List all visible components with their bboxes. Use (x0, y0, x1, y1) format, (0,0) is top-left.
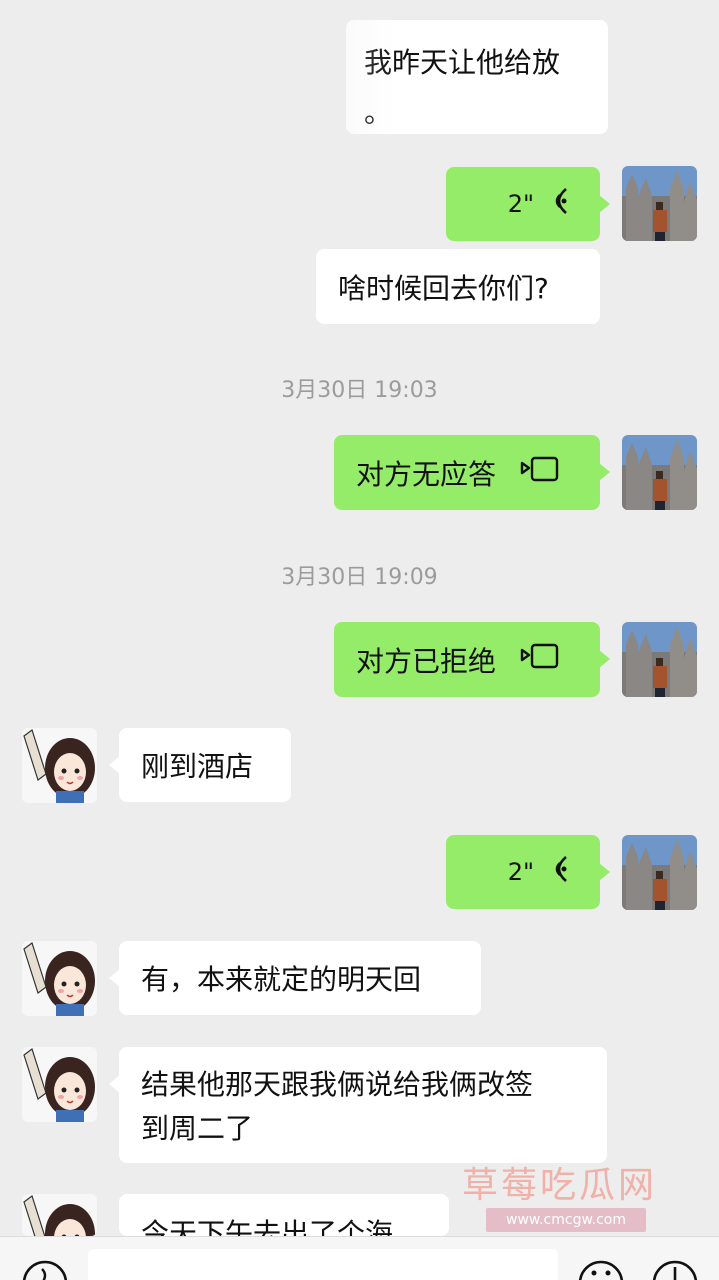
contact-avatar[interactable] (22, 1047, 97, 1122)
input-bar (0, 1236, 719, 1280)
video-call-icon (520, 643, 560, 676)
message-bubble-incoming[interactable]: 有，本来就定的明天回 (109, 941, 481, 1015)
voice-message[interactable]: 2" (446, 167, 610, 241)
message-text: 结果他那天跟我俩说给我俩改签 (141, 1068, 534, 1101)
contact-avatar[interactable] (22, 1194, 97, 1236)
call-record-message[interactable]: 对方无应答 (334, 435, 610, 510)
self-avatar[interactable] (622, 435, 697, 510)
message-text: 啥时候回去你们? (338, 271, 549, 305)
voice-wave-icon (548, 855, 570, 890)
message-text: 有，本来就定的明天回 (141, 963, 422, 996)
timestamp: 3月30日 19:03 (281, 378, 438, 403)
message-text: 刚到酒店 (141, 750, 254, 783)
call-status-text: 对方已拒绝 (356, 644, 497, 678)
message-bubble-incoming[interactable]: 刚到酒店 (109, 728, 291, 802)
voice-message[interactable]: 2" (446, 835, 610, 909)
watermark-brand: 草莓吃瓜网 (462, 1165, 658, 1206)
message-bubble-outgoing[interactable]: 啥时候回去你们? (316, 249, 600, 324)
emoji-icon[interactable] (578, 1253, 624, 1280)
self-avatar[interactable] (622, 622, 697, 697)
voice-wave-icon (548, 187, 570, 222)
voice-duration: 2" (507, 858, 534, 886)
contact-avatar[interactable] (22, 941, 97, 1016)
contact-avatar[interactable] (22, 728, 97, 803)
self-avatar[interactable] (622, 166, 697, 241)
message-text: 我昨天让他给放 (364, 46, 561, 79)
message-bubble-incoming[interactable]: 今天下午去出了个海 (119, 1194, 449, 1236)
watermark-url: www.cmcgw.com (486, 1208, 646, 1232)
message-text: 到周二了 (141, 1112, 254, 1145)
timestamp: 3月30日 19:09 (281, 565, 438, 590)
self-avatar[interactable] (622, 835, 697, 910)
call-record-message[interactable]: 对方已拒绝 (334, 622, 610, 697)
message-text: 。 (364, 96, 393, 129)
message-input[interactable] (88, 1249, 558, 1280)
voice-duration: 2" (507, 190, 534, 218)
voice-mode-icon[interactable] (22, 1253, 68, 1280)
message-bubble-incoming[interactable]: 结果他那天跟我俩说给我俩改签 到周二了 (109, 1047, 607, 1163)
plus-icon[interactable] (652, 1253, 698, 1280)
chat-area: 我昨天让他给放 。 2" 啥时候回去你们? 3月30日 19:03 对方无应答 … (0, 0, 719, 1280)
message-text: 今天下午去出了个海 (141, 1217, 394, 1236)
message-bubble-incoming[interactable]: 我昨天让他给放 。 (346, 20, 608, 134)
video-call-icon (520, 456, 560, 489)
call-status-text: 对方无应答 (356, 457, 497, 491)
